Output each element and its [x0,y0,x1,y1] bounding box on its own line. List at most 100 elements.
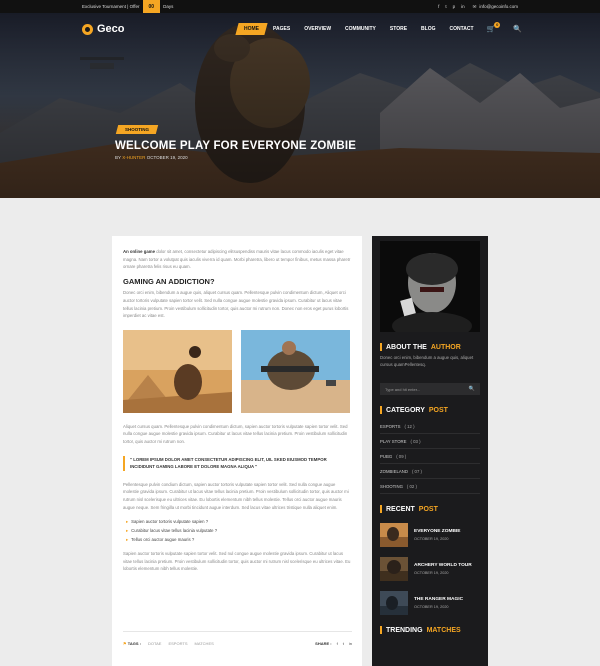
category-item[interactable]: PLAY STORE( 03 ) [380,434,480,449]
facebook-icon[interactable]: f [438,4,439,9]
category-name: ESPORTS [380,423,401,429]
category-name: PUBG [380,453,393,459]
recent-post[interactable]: ARCHERY WORLD TOUR OCTOBER 19, 2020 [380,557,480,581]
linkedin-icon[interactable]: in [349,640,352,648]
top-bar: Exclusive Tournament | Offer 00 Days f t… [0,0,600,13]
nav-item-home[interactable]: HOME [235,23,268,35]
linkedin-icon[interactable]: in [461,4,465,9]
category-item[interactable]: PUBG( 09 ) [380,449,480,464]
about-title-text: ABOUT THE [386,343,427,351]
category-item[interactable]: ESPORTS( 12 ) [380,419,480,434]
tag-link[interactable]: MATCHES [195,640,214,648]
promo-text: Exclusive Tournament | Offer [82,4,140,9]
site-logo[interactable]: Geco [82,23,125,35]
divider [123,631,352,632]
category-title: CATEGORY POST [380,406,480,414]
tags-label-text: TAGS : [127,641,141,646]
category-count: ( 03 ) [410,438,421,444]
tag-link[interactable]: DOTAE [148,640,161,648]
nav-item-label: HOME [244,26,260,32]
tag-list: ⚑ TAGS : DOTAE ESPORTS MATCHES [123,640,214,648]
soldier-image[interactable] [241,329,350,413]
email-text: info@gecoinfo.com [479,4,518,9]
post-thumbnail [380,591,408,615]
title-accent [380,505,382,513]
category-count: ( 07 ) [411,468,422,474]
bullet-list: Sapien auctor tortoris vulputate sapien … [126,517,352,544]
by-label: BY [115,155,121,160]
paragraph-1: Donec orci enim, bibendum a augue quis, … [123,290,349,319]
recent-title-highlight: POST [418,505,438,513]
post-title: WELCOME PLAY FOR EVERYONE ZOMBIE [115,140,357,152]
share-links: SHARE : f t in [315,640,352,648]
paragraph-3: Pellentesque pulvin condium dictum, sapi… [123,481,349,510]
category-name: SHOOTING [380,483,403,489]
search-box[interactable]: Type and hit enter... 🔍 [380,383,480,395]
recent-post[interactable]: THE RANGER MAGIC OCTOBER 19, 2020 [380,591,480,615]
search-icon[interactable]: 🔍 [513,25,522,33]
about-text: Donec orci enim, bibendum a augue quis, … [380,355,474,367]
recent-post[interactable]: EVERYONE ZOMBIE OCTOBER 19, 2020 [380,523,480,547]
author-link[interactable]: X-HUNTER [122,155,145,160]
contact-email[interactable]: ✉ info@gecoinfo.com [473,4,518,10]
sidebar: ABOUT THE AUTHOR Donec orci enim, bibendu… [372,236,488,666]
facebook-icon[interactable]: f [337,640,338,648]
title-accent [380,343,382,351]
article-heading: GAMING AN ADDICTION? [123,276,215,286]
twitter-icon[interactable]: t [343,640,344,648]
days-badge: 00 [142,0,161,13]
nav-item-overview[interactable]: OVERVIEW [297,23,338,35]
author-avatar [380,241,480,332]
title-accent [380,626,382,634]
category-tag[interactable]: SHOOTING [115,125,159,134]
article-body: An online game dolor sit amet, consectet… [112,236,362,666]
cart-icon[interactable]: 🛒 0 [487,22,501,33]
mail-icon: ✉ [472,3,477,9]
block-quote: " LOREM IPSUM DOLOR AMET CONSECTETUR ADI… [123,455,352,471]
trending-title-text: TRENDING [386,626,423,634]
nav-item-label: OVERVIEW [304,26,332,32]
search-icon[interactable]: 🔍 [469,386,475,392]
intro-bold: An online game [123,249,155,254]
category-item[interactable]: ZOMBIELAND( 07 ) [380,464,480,479]
twitter-icon[interactable]: t [445,4,446,9]
nav-item-store[interactable]: STORE [383,23,414,35]
nav-item-contact[interactable]: CONTACT [442,23,480,35]
post-date: OCTOBER 19, 2020 [414,605,449,609]
post-date: OCTOBER 19, 2020 [414,537,449,541]
trending-title: TRENDING MATCHES [380,626,480,634]
trending-title-highlight: MATCHES [426,626,461,634]
post-title: EVERYONE ZOMBIE [414,529,461,534]
category-tag-label: SHOOTING [125,127,150,132]
tags-label: ⚑ TAGS : [123,640,141,648]
category-count: ( 09 ) [396,453,407,459]
category-name: ZOMBIELAND [380,468,408,474]
search-input[interactable]: Type and hit enter... [385,387,420,392]
nav-item-pages[interactable]: PAGES [266,23,297,35]
nav-menu: HOME PAGES OVERVIEW COMMUNITY STORE BLOG… [235,22,522,35]
cart-count: 0 [494,22,501,28]
main-nav: Geco HOME PAGES OVERVIEW COMMUNITY STORE… [82,16,522,42]
logo-icon [82,23,93,35]
post-meta: BY X-HUNTER OCTOBER 19, 2020 [115,155,188,160]
share-label: SHARE : [315,641,332,646]
nav-item-blog[interactable]: BLOG [414,23,442,35]
title-accent [380,406,382,414]
intro-text: dolor sit amet, consectetur adipiscing e… [123,249,351,270]
promo-suffix: Days [163,4,174,9]
camel-rider-image[interactable] [123,329,232,413]
post-title: ARCHERY WORLD TOUR [414,563,472,568]
image-gallery [123,329,352,413]
post-thumbnail [380,557,408,581]
category-item[interactable]: SHOOTING( 02 ) [380,479,480,494]
category-count: ( 12 ) [404,423,415,429]
category-title-text: CATEGORY [386,406,425,414]
tag-link[interactable]: ESPORTS [168,640,187,648]
about-title-highlight: AUTHOR [430,343,461,351]
tag-icon: ⚑ [123,641,127,646]
pinterest-icon[interactable]: p [453,4,456,9]
promo: Exclusive Tournament | Offer 00 Days [82,0,173,13]
nav-item-community[interactable]: COMMUNITY [338,23,383,35]
list-item: Tellus orci auctor augue mauris ? [126,535,352,544]
nav-item-label: COMMUNITY [345,26,376,32]
